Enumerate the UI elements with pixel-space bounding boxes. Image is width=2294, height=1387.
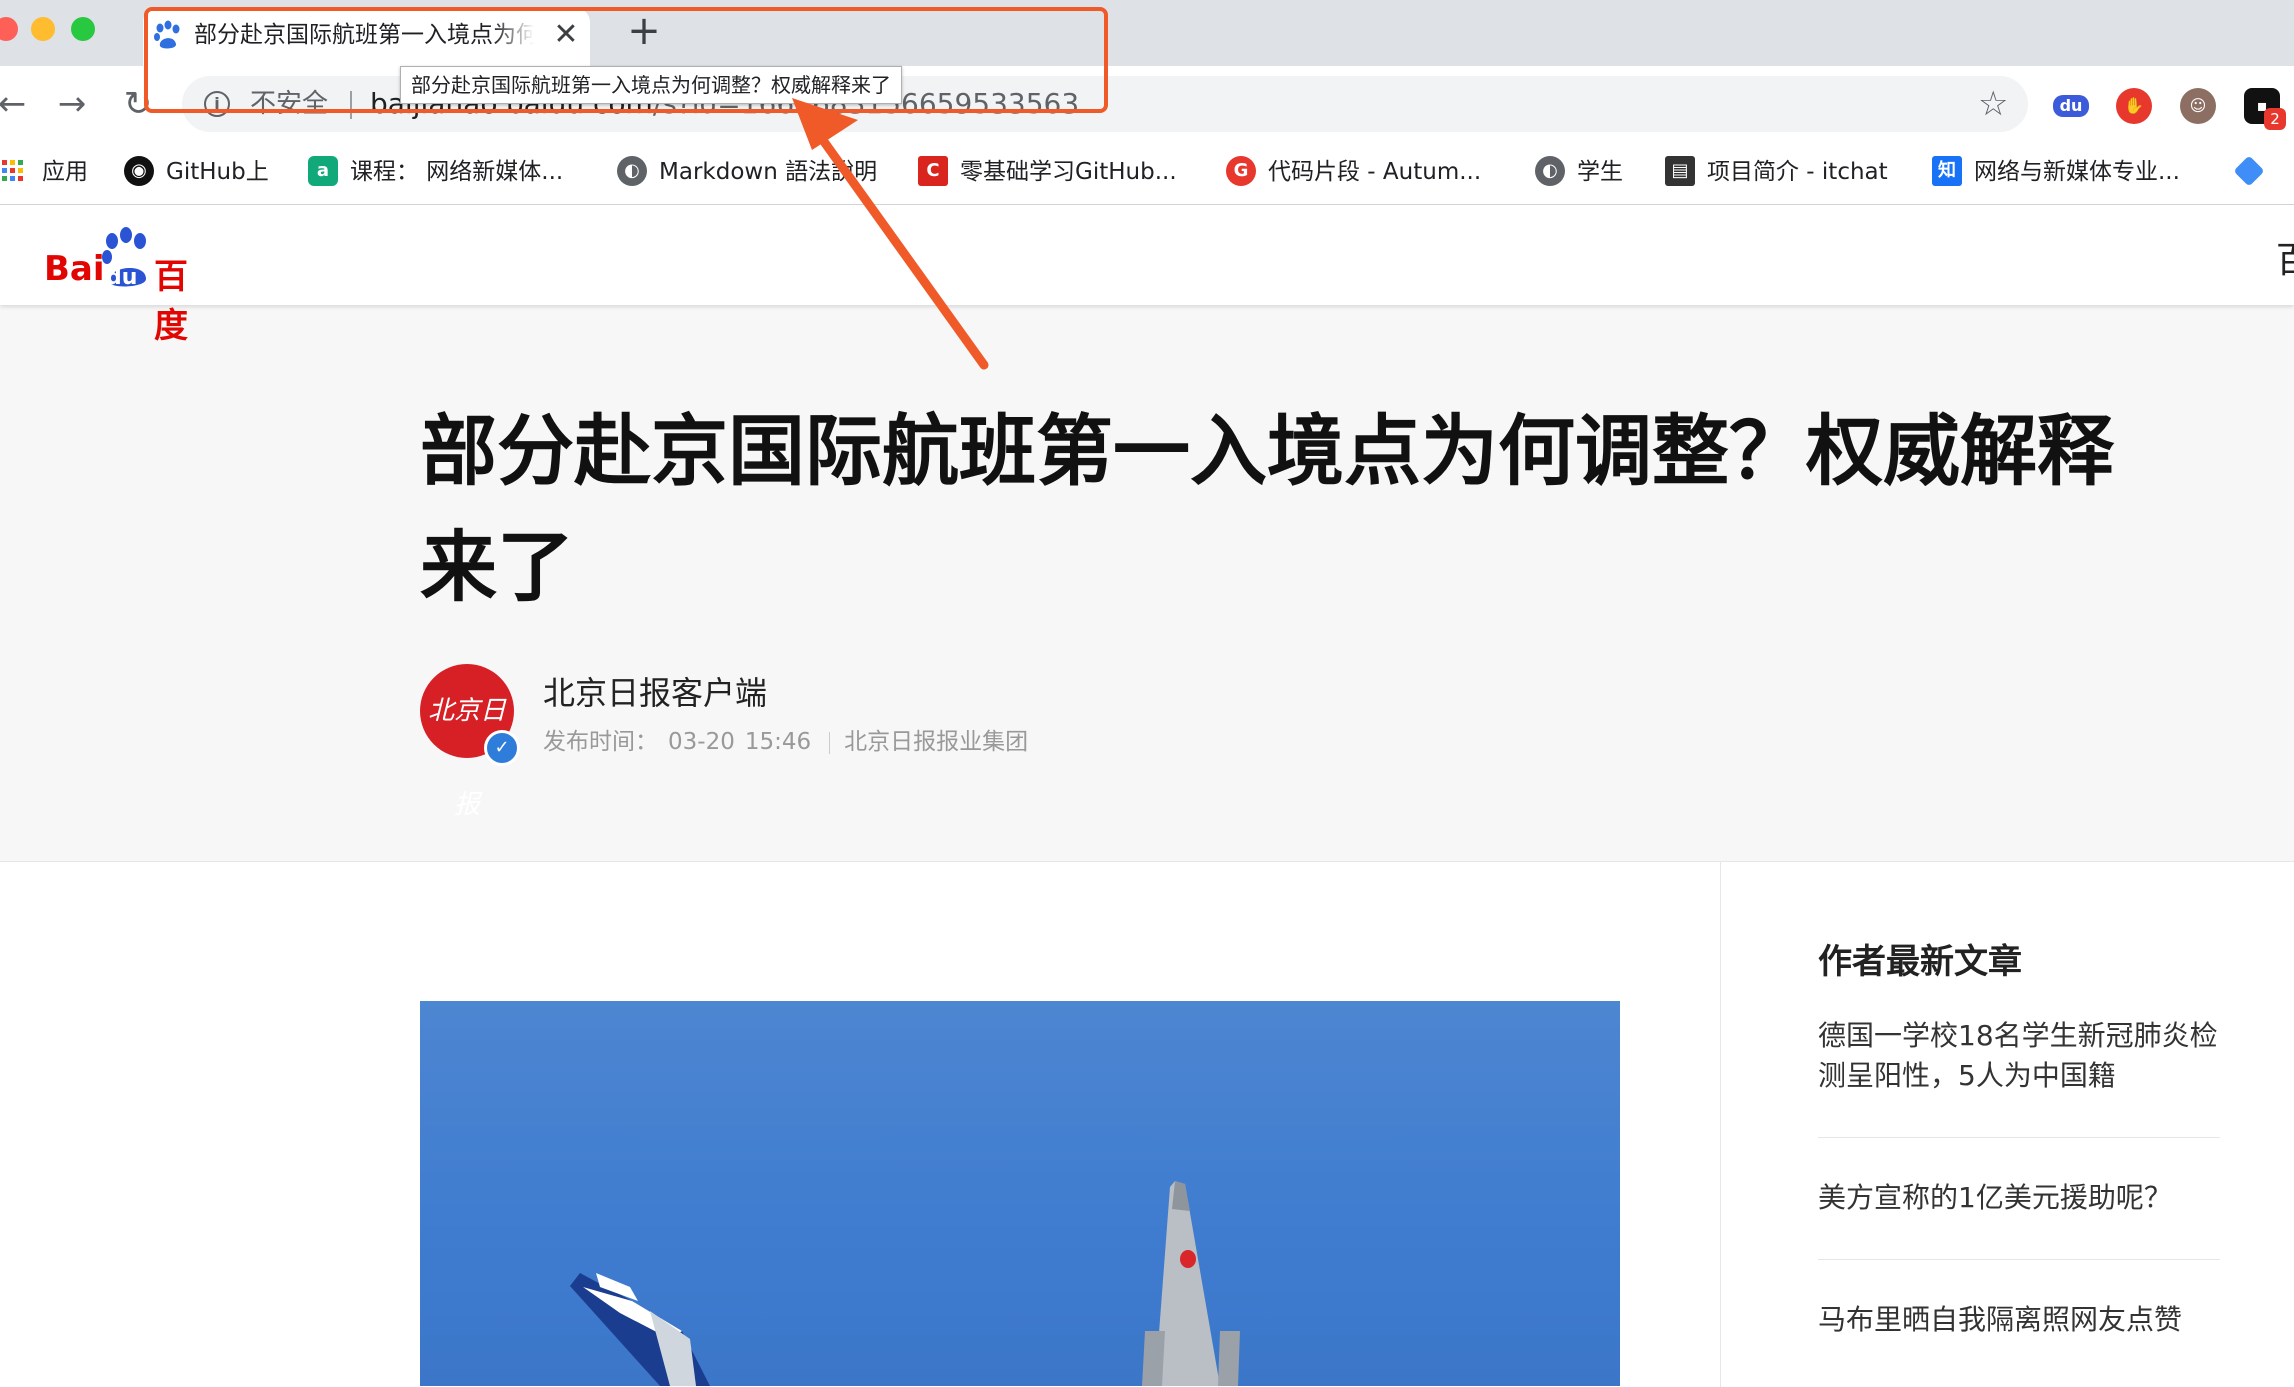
back-arrow-icon[interactable]: ←: [0, 84, 32, 124]
github-icon: ◉: [124, 155, 154, 186]
airplane-tails-image: [570, 1181, 1240, 1386]
avatar-extension-icon[interactable]: ☺: [2180, 88, 2216, 124]
logo-text-cn: 百度: [154, 257, 188, 346]
bookmark-label: 学生: [1577, 159, 1623, 185]
apps-grid-icon: [2, 159, 23, 181]
sidebar-title: 作者最新文章: [1818, 942, 2022, 982]
bookmark-diamond-icon: [2233, 154, 2265, 187]
zhihu-icon: 知: [1932, 155, 1962, 186]
window-minimize-button[interactable]: [31, 17, 55, 41]
article-photo: [420, 1001, 1620, 1386]
sidebar-article-link[interactable]: 马布里晒自我隔离照网友点赞: [1818, 1300, 2220, 1340]
article-title-line-2: 来了: [420, 524, 574, 613]
globe-icon: ◐: [617, 155, 647, 186]
sidebar-divider-line: [1818, 1259, 2220, 1260]
bookmark-label: 网络与新媒体专业...: [1974, 159, 2180, 185]
book-icon: ▤: [1665, 155, 1695, 186]
bookmark-label: 项目简介 - itchat: [1707, 159, 1888, 185]
sidebar-divider-line: [1818, 1137, 2220, 1138]
bookmark-course[interactable]: a 课程： 网络新媒体...: [308, 153, 563, 191]
annotation-highlight-box: [144, 7, 1108, 113]
forward-arrow-icon[interactable]: →: [52, 84, 92, 124]
author-name[interactable]: 北京日报客户端: [543, 668, 767, 714]
publish-date: 03-20: [668, 729, 735, 755]
bookmark-label: Markdown 語法說明: [659, 159, 878, 185]
site-header: Bai du 百度 百: [0, 205, 2294, 346]
bookmark-code-snippets[interactable]: G 代码片段 - Autum...: [1226, 153, 1481, 191]
logo-text-du: du: [106, 265, 138, 290]
globe-icon: ◐: [1535, 155, 1565, 186]
article-title-line-1: 部分赴京国际航班第一入境点为何调整？权威解释: [420, 408, 2114, 497]
window-zoom-button[interactable]: [71, 17, 95, 41]
bookmark-zhihu[interactable]: 知网络与新媒体专业...: [1932, 153, 2180, 191]
bookmark-student[interactable]: ◐ 学生: [1535, 153, 1623, 191]
bookmark-label: 课程： 网络新媒体...: [350, 159, 564, 185]
logo-text-latin: Bai: [44, 249, 105, 289]
gitee-icon: G: [1226, 155, 1256, 186]
bookmark-label: 零基础学习GitHub...: [960, 159, 1177, 185]
article-meta: 发布时间： 03-20 15:46 北京日报报业集团: [543, 722, 1038, 756]
du-extension-icon[interactable]: du: [2053, 95, 2089, 117]
bookmark-star-icon[interactable]: ☆: [1978, 84, 2008, 124]
header-nav-text[interactable]: 百: [2276, 231, 2294, 283]
bookmark-github-learning[interactable]: C 零基础学习GitHub...: [918, 153, 1177, 191]
window-close-button[interactable]: [0, 17, 18, 41]
bookmark-apps[interactable]: 应用: [0, 153, 88, 191]
sidebar-divider: [1720, 862, 1721, 1387]
article-title: 部分赴京国际航班第一入境点为何调整？权威解释 来了: [420, 395, 2260, 627]
extension-badge: 2: [2264, 108, 2286, 130]
sidebar-article-link[interactable]: 美方宣称的1亿美元援助呢？: [1818, 1178, 2220, 1218]
bookmark-github[interactable]: ◉ GitHub上: [124, 153, 269, 191]
bookmark-label: 应用: [42, 159, 88, 185]
csdn-icon: C: [918, 155, 948, 186]
sidebar-article-link[interactable]: 德国一学校18名学生新冠肺炎检测呈阳性，5人为中国籍: [1818, 1016, 2220, 1096]
publisher: 北京日报报业集团: [844, 729, 1029, 755]
publish-label: 发布时间：: [543, 729, 658, 755]
bookmark-label: GitHub上: [166, 159, 269, 185]
bookmarks-bar: 应用 ◉ GitHub上 a 课程： 网络新媒体... ◐ Markdown 語法說明…: [0, 140, 2294, 205]
bookmark-itchat[interactable]: ▤ 项目简介 - itchat: [1665, 153, 1888, 191]
bookmark-markdown[interactable]: ◐ Markdown 語法說明: [617, 153, 877, 191]
bookmark-label: 代码片段 - Autum...: [1268, 159, 1482, 185]
course-icon: a: [308, 155, 338, 186]
bookmark-overflow[interactable]: [2233, 153, 2272, 191]
verified-badge-icon: ✓: [484, 730, 520, 766]
publish-time: 15:46: [744, 729, 812, 755]
adblock-icon[interactable]: ✋: [2116, 88, 2152, 124]
meta-divider: [829, 731, 831, 754]
